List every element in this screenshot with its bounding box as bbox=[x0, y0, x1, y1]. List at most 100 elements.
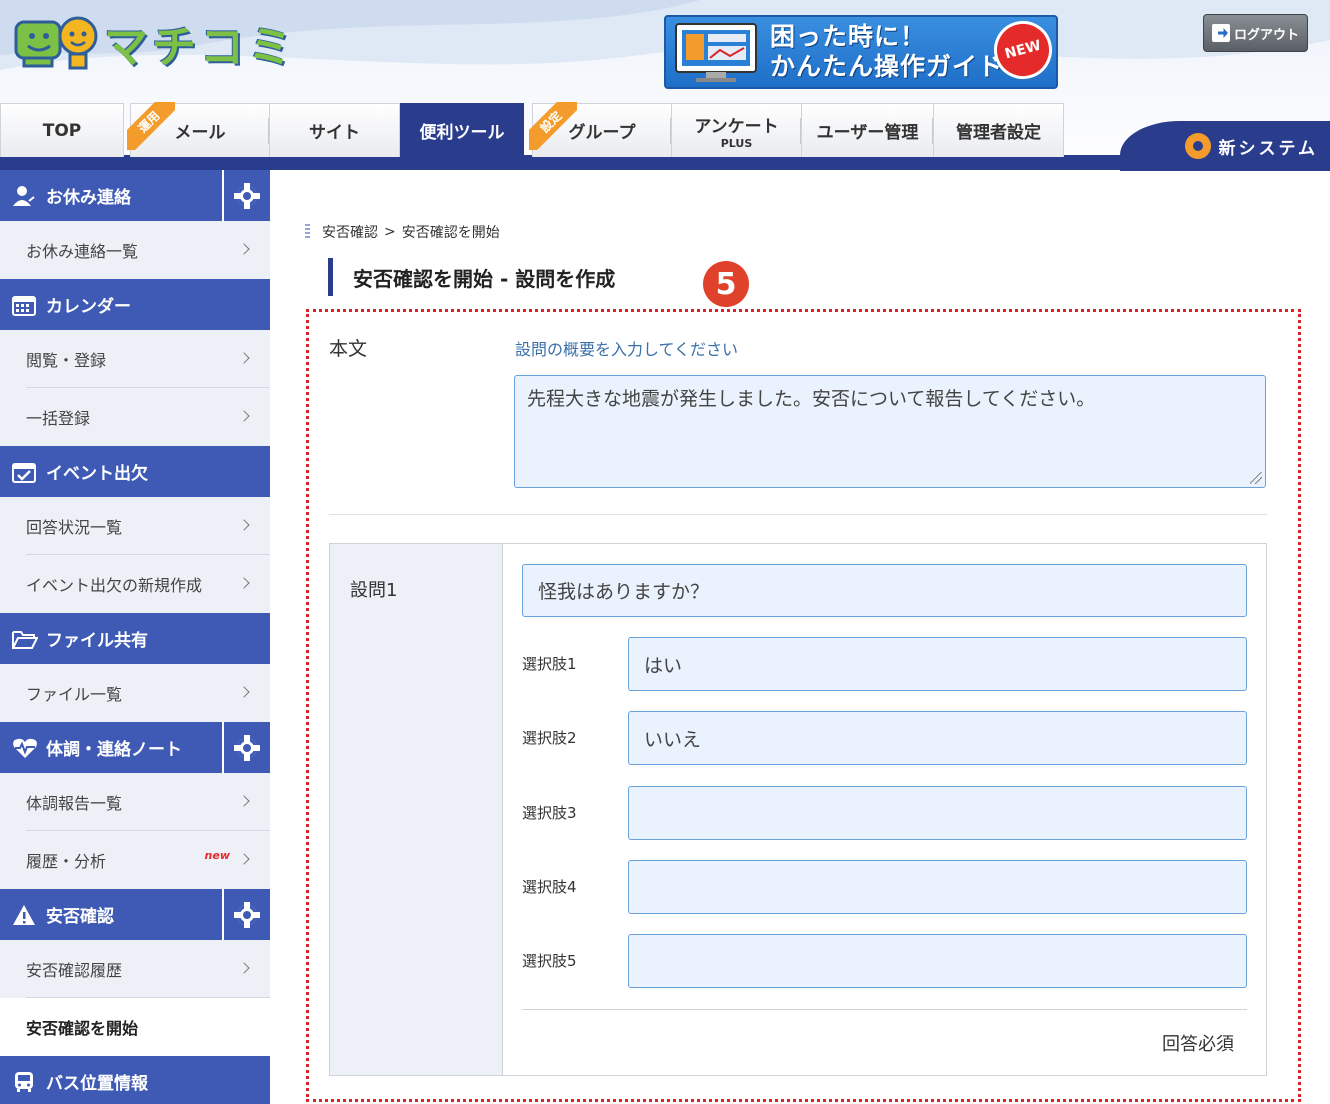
option-input-1[interactable]: はい bbox=[628, 637, 1247, 691]
question-label: 設問1 bbox=[350, 580, 398, 601]
sidebar-item-label: 履歴・分析 bbox=[26, 852, 107, 871]
heartbeat-icon bbox=[12, 737, 37, 759]
option-label: 選択肢5 bbox=[522, 952, 577, 970]
option-input-4[interactable] bbox=[628, 860, 1247, 914]
divider bbox=[329, 514, 1267, 515]
sidebar-item-absence-list[interactable]: お休み連絡一覧 bbox=[0, 221, 270, 279]
chevron-right-icon bbox=[238, 519, 250, 531]
app-logo[interactable]: マチコミ bbox=[14, 12, 296, 74]
option-row: 選択肢1 はい bbox=[522, 637, 1247, 691]
tab-top[interactable]: TOP bbox=[0, 103, 124, 157]
sidebar-section-safety-check[interactable]: 安否確認 bbox=[0, 889, 270, 940]
sidebar-section-title: バス位置情報 bbox=[46, 1074, 148, 1094]
sidebar-item-label: お休み連絡一覧 bbox=[26, 242, 139, 261]
sidebar-item-safety-history[interactable]: 安否確認履歴 bbox=[0, 940, 270, 998]
sidebar-item-answer-status[interactable]: 回答状況一覧 bbox=[0, 497, 270, 555]
tab-site[interactable]: サイト bbox=[270, 103, 400, 157]
sidebar: お休み連絡 お休み連絡一覧 カレンダー 閲覧・登録 一括登録 イベント出欠 回答… bbox=[0, 170, 270, 1104]
guide-text: 困った時に！ かんたん操作ガイド bbox=[770, 22, 1004, 82]
required-answer-toggle[interactable]: 回答必須 bbox=[1162, 1030, 1234, 1056]
sidebar-item-label: イベント出欠の新規作成 bbox=[26, 576, 203, 595]
tab-survey-label: アンケート bbox=[694, 117, 779, 137]
sidebar-item-event-create[interactable]: イベント出欠の新規作成 bbox=[0, 555, 270, 613]
body-hint: 設問の概要を入力してください bbox=[515, 340, 739, 359]
tab-admin-settings-label: 管理者設定 bbox=[956, 123, 1041, 143]
sidebar-item-history-analysis[interactable]: 履歴・分析 new bbox=[0, 831, 270, 889]
warning-icon bbox=[12, 904, 36, 926]
logo-mascot-icon bbox=[14, 12, 98, 74]
sidebar-section-absence[interactable]: お休み連絡 bbox=[0, 170, 270, 221]
option-input-3[interactable] bbox=[628, 786, 1247, 840]
calendar-check-icon bbox=[12, 461, 36, 483]
logout-label: ログアウト bbox=[1233, 27, 1299, 43]
option-row: 選択肢5 bbox=[522, 934, 1247, 988]
sidebar-item-health-report-list[interactable]: 体調報告一覧 bbox=[0, 773, 270, 831]
operation-guide-banner[interactable]: 困った時に！ かんたん操作ガイド NEW bbox=[664, 15, 1058, 89]
sidebar-item-bulk-register[interactable]: 一括登録 bbox=[0, 388, 270, 446]
tab-admin-settings[interactable]: 管理者設定 bbox=[934, 103, 1064, 157]
logout-button[interactable]: ログアウト bbox=[1203, 14, 1308, 52]
sidebar-section-title: ファイル共有 bbox=[46, 631, 148, 651]
chevron-right-icon bbox=[238, 686, 250, 698]
section-settings-button[interactable] bbox=[222, 170, 270, 221]
option-input-2[interactable]: いいえ bbox=[628, 711, 1247, 765]
tab-mail-label: メール bbox=[174, 123, 226, 143]
chevron-right-icon bbox=[238, 410, 250, 422]
tab-tools[interactable]: 便利ツール bbox=[400, 103, 524, 157]
question-label-column bbox=[330, 544, 503, 1075]
step-number-badge: 5 bbox=[703, 261, 749, 307]
tab-survey[interactable]: アンケート PLUS bbox=[672, 103, 802, 157]
tab-site-label: サイト bbox=[309, 123, 360, 143]
body-textarea[interactable]: 先程大きな地震が発生しました。安否について報告してください。 bbox=[514, 375, 1266, 488]
breadcrumb-parent[interactable]: 安否確認 bbox=[322, 222, 378, 242]
global-nav: TOP 運用 メール サイト 便利ツール 設定 グループ アンケート PLUS … bbox=[0, 102, 1330, 171]
nav-tabs: TOP 運用 メール サイト 便利ツール 設定 グループ アンケート PLUS … bbox=[0, 102, 1064, 157]
sidebar-item-safety-start[interactable]: 安否確認を開始 bbox=[0, 998, 270, 1056]
chevron-right-icon bbox=[238, 352, 250, 364]
tab-survey-sub: PLUS bbox=[720, 137, 753, 150]
section-settings-button[interactable] bbox=[222, 889, 270, 940]
breadcrumb: 安否確認 > 安否確認を開始 bbox=[305, 222, 500, 242]
sidebar-item-label: 体調報告一覧 bbox=[26, 794, 123, 813]
gear-icon bbox=[234, 901, 260, 928]
sidebar-item-label: 回答状況一覧 bbox=[26, 518, 123, 537]
tab-mail[interactable]: 運用 メール bbox=[127, 102, 270, 157]
option-row: 選択肢4 bbox=[522, 860, 1247, 914]
tab-separator bbox=[670, 118, 671, 144]
tab-group[interactable]: 設定 グループ bbox=[529, 102, 672, 157]
option-label: 選択肢4 bbox=[522, 878, 577, 896]
sidebar-section-title: カレンダー bbox=[46, 297, 131, 317]
sidebar-section-title: イベント出欠 bbox=[46, 464, 148, 484]
sidebar-section-bus-location[interactable]: バス位置情報 bbox=[0, 1056, 270, 1104]
sidebar-item-calendar-view[interactable]: 閲覧・登録 bbox=[0, 330, 270, 388]
sidebar-section-title: 安否確認 bbox=[46, 907, 114, 927]
question-input[interactable]: 怪我はありますか？ bbox=[522, 564, 1247, 617]
chevron-right-icon bbox=[238, 243, 250, 255]
calendar-icon bbox=[12, 294, 36, 316]
tab-top-label: TOP bbox=[42, 120, 82, 141]
gear-icon bbox=[234, 734, 260, 761]
sidebar-item-label: 閲覧・登録 bbox=[26, 351, 107, 370]
sidebar-item-file-list[interactable]: ファイル一覧 bbox=[0, 664, 270, 722]
option-input-5[interactable] bbox=[628, 934, 1247, 988]
resize-handle-icon[interactable] bbox=[1250, 472, 1262, 484]
new-system-button[interactable]: 新システム bbox=[1120, 121, 1330, 171]
option-row: 選択肢2 いいえ bbox=[522, 711, 1247, 765]
monitor-icon bbox=[672, 20, 760, 84]
ribbon-unyou: 運用 bbox=[127, 102, 175, 150]
sidebar-section-event[interactable]: イベント出欠 bbox=[0, 446, 270, 497]
breadcrumb-current: 安否確認を開始 bbox=[401, 225, 500, 241]
tab-user-management-label: ユーザー管理 bbox=[816, 123, 919, 143]
person-icon bbox=[12, 185, 36, 207]
body-label: 本文 bbox=[329, 338, 368, 360]
tab-user-management[interactable]: ユーザー管理 bbox=[802, 103, 934, 157]
sidebar-section-calendar[interactable]: カレンダー bbox=[0, 279, 270, 330]
sidebar-section-file-share[interactable]: ファイル共有 bbox=[0, 613, 270, 664]
sidebar-section-health-note[interactable]: 体調・連絡ノート bbox=[0, 722, 270, 773]
section-settings-button[interactable] bbox=[222, 722, 270, 773]
chevron-right-icon bbox=[238, 577, 250, 589]
sidebar-section-title: お休み連絡 bbox=[46, 188, 131, 208]
sidebar-item-label: ファイル一覧 bbox=[26, 685, 123, 704]
breadcrumb-separator: > bbox=[384, 224, 396, 240]
logout-icon bbox=[1211, 24, 1230, 42]
